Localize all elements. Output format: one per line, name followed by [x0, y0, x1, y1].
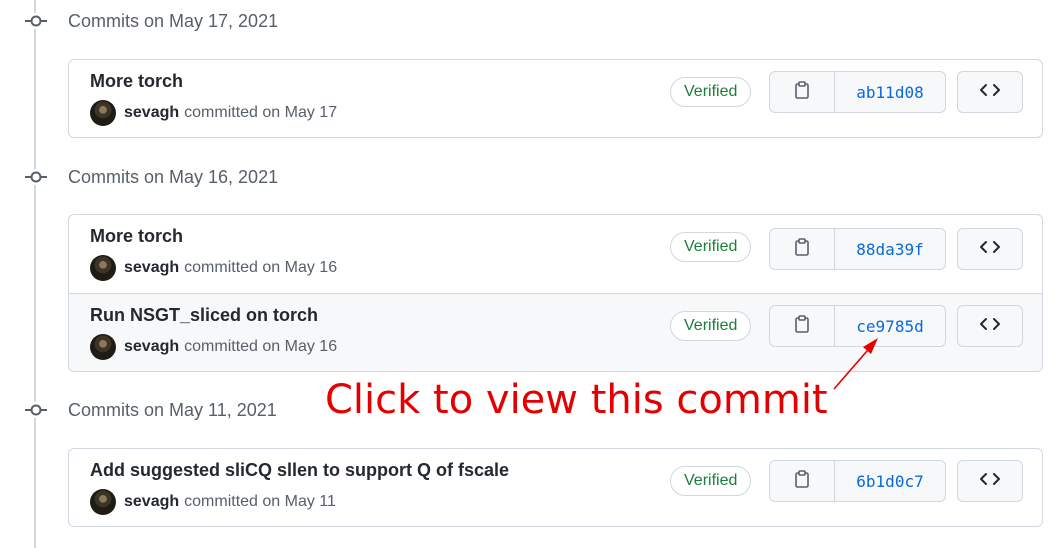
commit-group-header: Commits on May 16, 2021	[0, 165, 600, 189]
avatar[interactable]	[90, 255, 116, 281]
author-link[interactable]: sevagh	[124, 493, 179, 511]
commit-date: committed on May 16	[184, 259, 338, 276]
code-icon	[979, 472, 1001, 491]
copy-sha-button[interactable]	[770, 306, 835, 346]
commit-title-link[interactable]: Add suggested sliCQ sllen to support Q o…	[90, 459, 509, 481]
code-icon	[979, 317, 1001, 336]
annotation-label: Click to view this commit	[325, 377, 828, 423]
author-link[interactable]: sevagh	[124, 104, 179, 122]
avatar[interactable]	[90, 489, 116, 515]
commit-row: Run NSGT_sliced on torch sevagh committe…	[69, 293, 1042, 371]
timeline-line	[34, 0, 36, 548]
code-icon	[979, 240, 1001, 259]
clipboard-icon	[794, 314, 810, 338]
sha-button-group: 88da39f	[769, 228, 946, 270]
commit-group-title: Commits on May 11, 2021	[68, 400, 277, 420]
commit-group-header: Commits on May 17, 2021	[0, 9, 600, 33]
commit-title-link[interactable]: More torch	[90, 225, 183, 247]
commit-list: More torch sevagh committed on May 17 Ve…	[68, 59, 1043, 138]
commit-group-title: Commits on May 17, 2021	[68, 11, 279, 31]
browse-repo-button[interactable]	[957, 305, 1023, 347]
browse-repo-button[interactable]	[957, 460, 1023, 502]
commit-sha-link[interactable]: 88da39f	[835, 229, 945, 269]
author-link[interactable]: sevagh	[124, 259, 179, 277]
code-icon	[979, 83, 1001, 102]
verified-badge[interactable]: Verified	[670, 311, 752, 341]
verified-badge[interactable]: Verified	[670, 232, 752, 262]
commit-date: committed on May 17	[184, 104, 338, 121]
sha-button-group: ce9785d	[769, 305, 946, 347]
verified-badge[interactable]: Verified	[670, 77, 752, 107]
commit-title-link[interactable]: More torch	[90, 70, 183, 92]
author-link[interactable]: sevagh	[124, 338, 179, 356]
commit-row: More torch sevagh committed on May 16 Ve…	[69, 215, 1042, 293]
avatar[interactable]	[90, 100, 116, 126]
commit-date: committed on May 16	[184, 338, 338, 355]
copy-sha-button[interactable]	[770, 461, 835, 501]
sha-button-group: ab11d08	[769, 71, 946, 113]
clipboard-icon	[794, 237, 810, 261]
commit-meta: sevagh committed on May 11	[90, 489, 336, 515]
verified-badge[interactable]: Verified	[670, 466, 752, 496]
copy-sha-button[interactable]	[770, 72, 835, 112]
commit-sha-link[interactable]: 6b1d0c7	[835, 461, 945, 501]
commit-list: More torch sevagh committed on May 16 Ve…	[68, 214, 1043, 372]
commit-row: More torch sevagh committed on May 17 Ve…	[69, 60, 1042, 137]
commit-sha-link[interactable]: ab11d08	[835, 72, 945, 112]
browse-repo-button[interactable]	[957, 228, 1023, 270]
clipboard-icon	[794, 469, 810, 493]
commit-meta: sevagh committed on May 16	[90, 255, 337, 281]
git-commit-icon	[25, 13, 47, 29]
commit-history-page: Commits on May 17, 2021 More torch sevag…	[0, 0, 1061, 548]
sha-button-group: 6b1d0c7	[769, 460, 946, 502]
git-commit-icon	[25, 402, 47, 418]
commit-title-link[interactable]: Run NSGT_sliced on torch	[90, 304, 318, 326]
copy-sha-button[interactable]	[770, 229, 835, 269]
clipboard-icon	[794, 80, 810, 104]
browse-repo-button[interactable]	[957, 71, 1023, 113]
commit-meta: sevagh committed on May 16	[90, 334, 337, 360]
commit-row: Add suggested sliCQ sllen to support Q o…	[69, 449, 1042, 526]
git-commit-icon	[25, 169, 47, 185]
commit-group-title: Commits on May 16, 2021	[68, 167, 279, 187]
commit-date: committed on May 11	[184, 493, 336, 510]
avatar[interactable]	[90, 334, 116, 360]
commit-meta: sevagh committed on May 17	[90, 100, 337, 126]
commit-sha-link[interactable]: ce9785d	[835, 306, 945, 346]
commit-list: Add suggested sliCQ sllen to support Q o…	[68, 448, 1043, 527]
